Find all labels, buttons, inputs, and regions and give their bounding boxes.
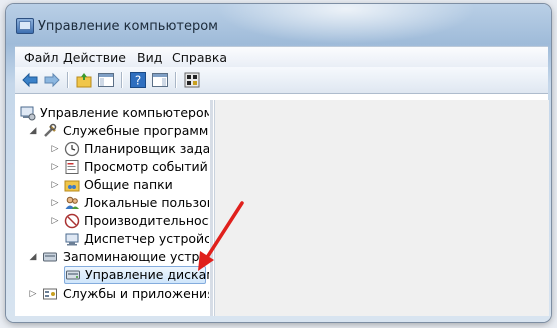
annotation-arrow-icon [198,201,244,271]
